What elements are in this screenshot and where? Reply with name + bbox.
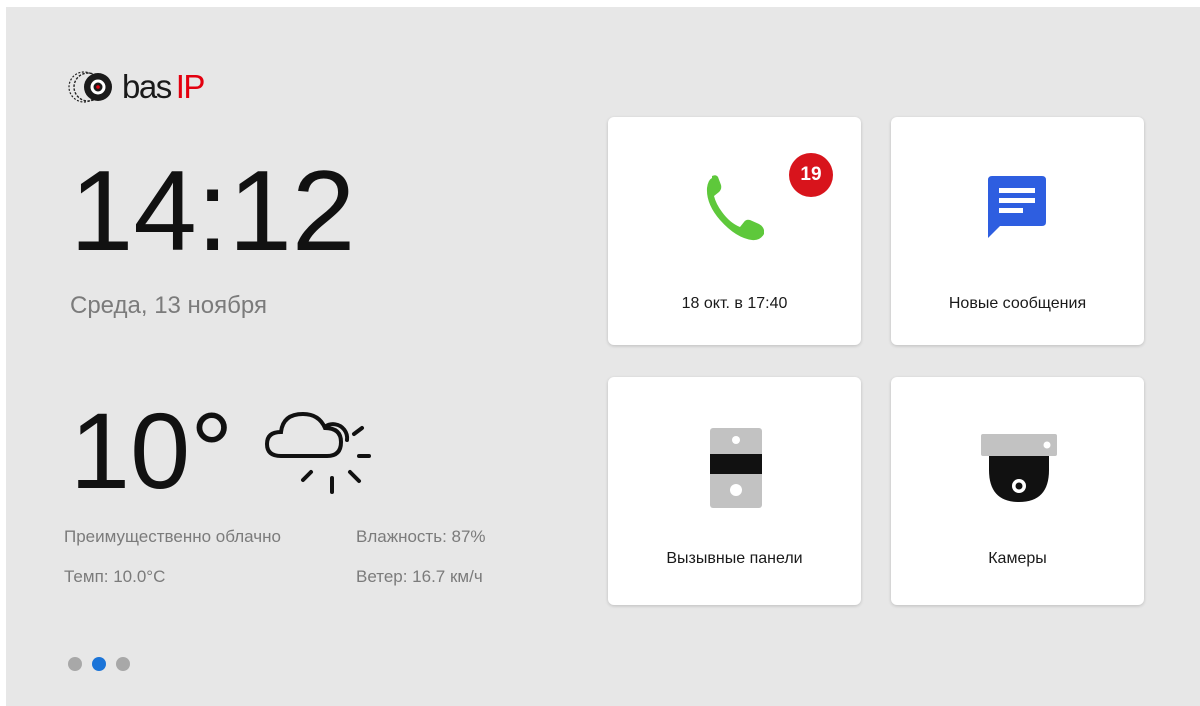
call-panels-tile[interactable]: Вызывные панели	[608, 377, 861, 605]
weather-wind: Ветер: 16.7 км/ч	[356, 567, 483, 586]
messages-tile-label: Новые сообщения	[948, 295, 1087, 312]
clock-time: 14:12	[70, 148, 356, 275]
call-panels-tile-label: Вызывные панели	[666, 550, 803, 567]
page-dot-3[interactable]	[116, 657, 130, 671]
page-indicator[interactable]	[68, 657, 130, 671]
calls-tile-label: 18 окт. в 17:40	[681, 295, 788, 312]
cameras-tile[interactable]: Камеры	[891, 377, 1144, 605]
brand-logo: bas IP	[64, 67, 206, 107]
call-panel-icon	[708, 428, 764, 513]
missed-calls-badge: 19	[789, 153, 833, 197]
weather-condition: Преимущественно облачно	[64, 527, 281, 546]
cameras-tile-label: Камеры	[988, 550, 1047, 567]
temperature: 10°	[70, 390, 234, 511]
message-icon	[984, 174, 1050, 245]
messages-tile[interactable]: Новые сообщения	[891, 117, 1144, 345]
logo-lens-icon	[68, 71, 112, 103]
brand-name: bas	[122, 68, 172, 105]
phone-icon	[704, 174, 766, 247]
brand-suffix: IP	[175, 68, 206, 105]
weather-humidity: Влажность: 87%	[356, 527, 486, 546]
page-dot-1[interactable]	[68, 657, 82, 671]
page-dot-2[interactable]	[92, 657, 106, 671]
home-screen: bas IP 14:12 Среда, 13 ноября 10° Преимущ…	[6, 7, 1200, 706]
calls-tile[interactable]: 19 18 окт. в 17:40	[608, 117, 861, 345]
weather-temp-detail: Темп: 10.0°C	[64, 567, 166, 586]
clock-date: Среда, 13 ноября	[70, 292, 267, 319]
cloud-sun-icon	[261, 400, 371, 505]
dome-camera-icon	[979, 434, 1059, 511]
